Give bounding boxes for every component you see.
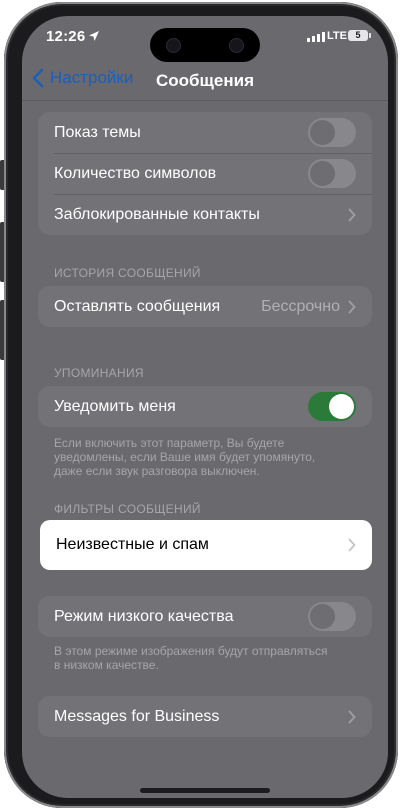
signal-bars-icon xyxy=(307,32,325,42)
mentions-footer-line: Если включить этот параметр, Вы будете xyxy=(54,436,285,450)
low-quality-row: Режим низкого качества xyxy=(38,596,372,637)
mentions-footer-line: даже если звук разговора выключен. xyxy=(54,464,260,478)
network-type: LTE xyxy=(327,30,347,42)
chevron-right-icon xyxy=(348,710,356,723)
page-title: Сообщения xyxy=(156,71,254,90)
screen: 12:26 LTE 5 Настройки Сообщения Показ те… xyxy=(22,16,388,798)
mentions-footer: Если включить этот параметр, Вы будете у… xyxy=(54,436,354,478)
display-settings-group: Показ темы Количество символов Заблокиро… xyxy=(38,112,372,235)
character-count-toggle[interactable] xyxy=(308,159,356,188)
messages-for-business-label: Messages for Business xyxy=(54,707,220,725)
status-bar: 12:26 LTE 5 xyxy=(22,16,388,62)
battery-icon: 5 xyxy=(348,30,371,41)
toggle-knob xyxy=(310,161,335,186)
low-quality-label: Режим низкого качества xyxy=(54,607,234,625)
blocked-contacts-row[interactable]: Заблокированные контакты xyxy=(38,194,372,235)
filters-section-header: ФИЛЬТРЫ СООБЩЕНИЙ xyxy=(54,502,201,516)
business-group: Messages for Business xyxy=(38,696,372,737)
history-group: Оставлять сообщения Бессрочно xyxy=(38,286,372,327)
character-count-label: Количество символов xyxy=(54,164,217,182)
toggle-knob xyxy=(310,604,335,629)
notify-me-toggle[interactable] xyxy=(308,392,356,421)
low-quality-footer-line: В этом режиме изображения будут отправля… xyxy=(54,644,328,658)
notify-me-row: Уведомить меня xyxy=(38,386,372,427)
character-count-row: Количество символов xyxy=(38,153,372,194)
blocked-contacts-label: Заблокированные контакты xyxy=(54,205,260,223)
low-quality-footer-line: в низком качестве. xyxy=(54,658,159,672)
unknown-and-spam-label: Неизвестные и спам xyxy=(56,536,209,553)
chevron-right-icon xyxy=(348,538,356,552)
history-section-header: ИСТОРИЯ СООБЩЕНИЙ xyxy=(54,266,201,280)
keep-messages-value: Бессрочно xyxy=(261,297,340,315)
keep-messages-row[interactable]: Оставлять сообщения Бессрочно xyxy=(38,286,372,327)
show-subject-toggle[interactable] xyxy=(308,118,356,147)
chevron-right-icon xyxy=(348,300,356,313)
low-quality-group: Режим низкого качества xyxy=(38,596,372,637)
mentions-footer-line: уведомлены, если Ваше имя будет упомянут… xyxy=(54,450,316,464)
dynamic-island xyxy=(150,28,260,62)
camera-icon xyxy=(229,38,244,53)
low-quality-footer: В этом режиме изображения будут отправля… xyxy=(54,644,354,672)
location-arrow-icon xyxy=(89,31,99,41)
low-quality-toggle[interactable] xyxy=(308,602,356,631)
notify-me-label: Уведомить меня xyxy=(54,397,176,415)
show-subject-row: Показ темы xyxy=(38,112,372,153)
keep-messages-label: Оставлять сообщения xyxy=(54,297,221,315)
chevron-right-icon xyxy=(348,208,356,221)
home-indicator[interactable] xyxy=(140,788,270,793)
toggle-knob xyxy=(329,394,354,419)
toggle-knob xyxy=(310,120,335,145)
phone-frame: 12:26 LTE 5 Настройки Сообщения Показ те… xyxy=(4,2,398,808)
navigation-bar: Настройки Сообщения xyxy=(22,62,388,101)
sensor-icon xyxy=(166,38,181,53)
show-subject-label: Показ темы xyxy=(54,123,141,141)
unknown-and-spam-row[interactable]: Неизвестные и спам xyxy=(40,520,372,570)
mentions-section-header: УПОМИНАНИЯ xyxy=(54,366,144,380)
messages-for-business-row[interactable]: Messages for Business xyxy=(38,696,372,737)
mentions-group: Уведомить меня xyxy=(38,386,372,427)
status-time: 12:26 xyxy=(46,28,86,45)
